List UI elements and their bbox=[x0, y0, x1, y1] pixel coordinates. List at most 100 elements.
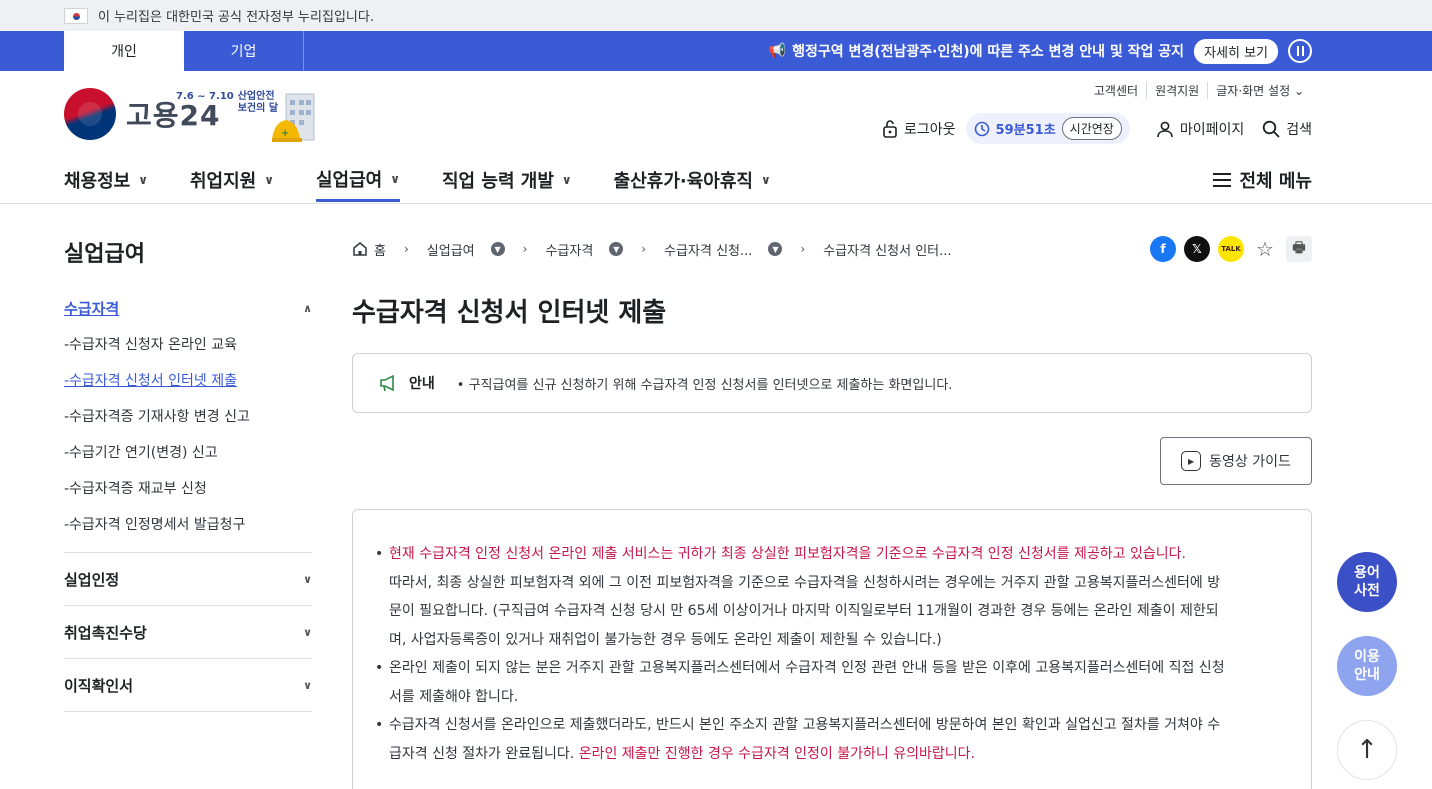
hamburger-icon bbox=[1213, 173, 1232, 187]
notice: 📢 행정구역 변경(전남광주·인천)에 따른 주소 변경 안내 및 작업 공지 … bbox=[769, 38, 1432, 64]
gov-banner-text: 이 누리집은 대한민국 공식 전자정부 누리집입니다. bbox=[98, 10, 374, 25]
usage-guide-button[interactable]: 이용 안내 bbox=[1337, 636, 1397, 696]
main-navigation: 채용정보 ∨ 취업지원 ∨ 실업급여 ∨ 직업 능력 개발 ∨ 출산휴가·육아휴직 ∨ 전… bbox=[64, 158, 1312, 204]
all-menu-label: 전체 메뉴 bbox=[1239, 171, 1312, 192]
facebook-icon[interactable]: f bbox=[1150, 236, 1176, 262]
divider bbox=[0, 203, 1432, 204]
all-menu-button[interactable]: 전체 메뉴 bbox=[1213, 158, 1312, 202]
star-icon[interactable]: ☆ bbox=[1252, 236, 1278, 262]
breadcrumb-item[interactable]: 수급자격 신청... ▼ bbox=[664, 240, 783, 259]
print-icon[interactable]: 🖶 bbox=[1286, 236, 1312, 262]
lnb-sub-item[interactable]: -수급자격 신청자 온라인 교육 bbox=[64, 326, 312, 362]
gnb-label: 채용정보 bbox=[64, 171, 131, 192]
breadcrumb-label: 실업급여 bbox=[426, 243, 475, 259]
info-text: • 구직급여를 신규 신청하기 위해 수급자격 인정 신청서를 인터넷으로 제출… bbox=[456, 377, 953, 393]
remote-support-link[interactable]: 원격지원 bbox=[1146, 82, 1207, 99]
bullet: • bbox=[375, 546, 384, 562]
scroll-top-button[interactable]: ↑ bbox=[1337, 720, 1397, 780]
x-icon[interactable]: 𝕏 bbox=[1184, 236, 1210, 262]
search-button[interactable]: 검색 bbox=[1262, 119, 1312, 139]
content-line: 급자격 신청 절차가 완료됩니다. 온라인 제출만 진행한 경우 수급자격 인정… bbox=[389, 740, 1220, 769]
lnb-sub-item-current[interactable]: -수급자격 신청서 인터넷 제출 bbox=[64, 362, 312, 398]
bullet: • bbox=[375, 717, 384, 733]
lock-icon bbox=[883, 119, 897, 138]
customer-center-link[interactable]: 고객센터 bbox=[1086, 82, 1146, 99]
glossary-label-1: 용어 bbox=[1354, 565, 1380, 581]
page-title: 수급자격 신청서 인터넷 제출 bbox=[352, 298, 667, 328]
lnb-group-unemployment-recognition[interactable]: 실업인정 ∨ bbox=[64, 553, 312, 606]
display-settings-link[interactable]: 글자·화면 설정 ⌄ bbox=[1207, 82, 1312, 99]
chevron-down-icon: ∨ bbox=[561, 173, 572, 187]
dropdown-icon[interactable]: ▼ bbox=[609, 242, 624, 256]
gnb-label: 실업급여 bbox=[316, 169, 383, 191]
chevron-down-icon: ∨ bbox=[303, 572, 312, 586]
session-timer: 59분51초 시간연장 bbox=[965, 113, 1130, 144]
search-icon bbox=[1263, 120, 1280, 138]
gnb-item-vocational-training[interactable]: 직업 능력 개발 ∨ bbox=[442, 158, 572, 202]
lnb-sub-item[interactable]: -수급자격증 기재사항 변경 신고 bbox=[64, 398, 312, 434]
glossary-label-2: 사전 bbox=[1354, 583, 1380, 599]
breadcrumb-item[interactable]: 실업급여 ▼ bbox=[427, 240, 505, 259]
kakaotalk-icon[interactable]: TALK bbox=[1218, 236, 1244, 262]
info-box: 안내 • 구직급여를 신규 신청하기 위해 수급자격 인정 신청서를 인터넷으로… bbox=[352, 353, 1312, 413]
video-guide-label: 동영상 가이드 bbox=[1209, 454, 1291, 470]
side-navigation: 수급자격 ∧ -수급자격 신청자 온라인 교육 -수급자격 신청서 인터넷 제출… bbox=[64, 290, 312, 712]
content-line: 수급자격 신청서를 온라인으로 제출했더라도, 반드시 본인 주소지 관할 고용… bbox=[389, 717, 1221, 733]
breadcrumb-label: 수급자격 bbox=[545, 243, 594, 259]
gnb-item-employment-support[interactable]: 취업지원 ∨ bbox=[190, 158, 274, 202]
lnb-sub-item[interactable]: -수급자격 인정명세서 발급청구 bbox=[64, 506, 312, 542]
dropdown-icon[interactable]: ▼ bbox=[768, 242, 783, 256]
breadcrumb-item[interactable]: 수급자격 ▼ bbox=[545, 240, 624, 259]
logout-label: 로그아웃 bbox=[904, 121, 956, 138]
bullet: • bbox=[375, 660, 384, 676]
lnb-sub-item[interactable]: -수급자격증 재교부 신청 bbox=[64, 470, 312, 506]
gnb-item-unemployment-benefit[interactable]: 실업급여 ∨ bbox=[316, 158, 400, 202]
chevron-down-icon: ∨ bbox=[303, 625, 312, 639]
content-box: • 현재 수급자격 인정 신청서 온라인 제출 서비스는 귀하가 최종 상실한 … bbox=[352, 509, 1312, 789]
chevron-down-icon: ⌄ bbox=[1293, 84, 1304, 98]
chevron-down-icon: ∨ bbox=[264, 173, 274, 187]
content-text-highlight: 온라인 제출만 진행한 경우 수급자격 인정이 불가하니 유의바랍니다. bbox=[578, 745, 975, 762]
gnb-item-jobs[interactable]: 채용정보 ∨ bbox=[64, 158, 148, 202]
content-line-highlight: 현재 수급자격 인정 신청서 온라인 제출 서비스는 귀하가 최종 상실한 피보… bbox=[389, 546, 1186, 562]
share-toolbar: f 𝕏 TALK ☆ 🖶 bbox=[1150, 236, 1312, 262]
lnb-group-separation-certificate[interactable]: 이직확인서 ∨ bbox=[64, 659, 312, 712]
lnb-group-label: 이직확인서 bbox=[64, 676, 134, 695]
notice-text[interactable]: 행정구역 변경(전남광주·인천)에 따른 주소 변경 안내 및 작업 공지 bbox=[792, 41, 1184, 61]
lnb-group-promotion-allowance[interactable]: 취업촉진수당 ∨ bbox=[64, 606, 312, 659]
content-line: 따라서, 최종 상실한 피보험자격 외에 그 이전 피보험자격을 기준으로 수급… bbox=[389, 574, 1221, 591]
logout-button[interactable]: 로그아웃 bbox=[882, 119, 956, 139]
dropdown-icon[interactable]: ▼ bbox=[490, 242, 505, 256]
glossary-button[interactable]: 용어사전 bbox=[1337, 552, 1397, 612]
content-paragraph: • 온라인 제출이 되지 않는 분은 거주지 관할 고용복지플러스센터에서 수급… bbox=[375, 654, 1281, 711]
breadcrumb-current: 수급자격 신청서 인터... bbox=[823, 240, 951, 259]
content-paragraph: • 현재 수급자격 인정 신청서 온라인 제출 서비스는 귀하가 최종 상실한 … bbox=[375, 540, 1281, 654]
breadcrumb-home[interactable]: 홈 bbox=[352, 240, 386, 259]
lnb-title: 실업급여 bbox=[64, 242, 145, 267]
video-guide-button[interactable]: ▶ 동영상 가이드 bbox=[1160, 437, 1312, 485]
top-bar: 개인 기업 📢 행정구역 변경(전남광주·인천)에 따른 주소 변경 안내 및 … bbox=[0, 31, 1432, 71]
chevron-right-icon: › bbox=[800, 242, 806, 256]
pause-icon[interactable] bbox=[1288, 39, 1312, 63]
lnb-main-label: 수급자격 bbox=[64, 299, 120, 318]
utility-links: 고객센터 원격지원 글자·화면 설정 ⌄ bbox=[1086, 82, 1312, 99]
lnb-main-toggle[interactable]: 수급자격 ∧ bbox=[64, 290, 312, 326]
gnb-item-parental-leave[interactable]: 출산휴가·육아휴직 ∨ bbox=[614, 158, 771, 202]
megaphone-icon bbox=[380, 374, 394, 392]
breadcrumb-label: 홈 bbox=[374, 243, 386, 259]
breadcrumb-label: 수급자격 신청서 인터... bbox=[823, 243, 952, 259]
event-badge[interactable]: 7.6 ~ 7.10 산업안전 보건의 달 bbox=[176, 91, 278, 115]
display-settings-label: 글자·화면 설정 bbox=[1216, 84, 1291, 98]
tab-business[interactable]: 기업 bbox=[184, 31, 304, 71]
play-icon: ▶ bbox=[1181, 451, 1202, 471]
lnb-sub-item[interactable]: -수급기간 연기(변경) 신고 bbox=[64, 434, 312, 470]
mypage-button[interactable]: 마이페이지 bbox=[1156, 119, 1244, 139]
tab-personal[interactable]: 개인 bbox=[64, 31, 184, 71]
extend-session-button[interactable]: 시간연장 bbox=[1061, 117, 1122, 140]
chevron-right-icon: › bbox=[522, 242, 528, 256]
gov-banner: 이 누리집은 대한민국 공식 전자정부 누리집입니다. bbox=[0, 0, 1432, 31]
safety-helmet-icon: + bbox=[272, 93, 315, 142]
detail-button[interactable]: 자세히 보기 bbox=[1194, 38, 1278, 64]
lnb-group-label: 취업촉진수당 bbox=[64, 623, 147, 642]
chevron-down-icon: ∨ bbox=[303, 678, 312, 692]
